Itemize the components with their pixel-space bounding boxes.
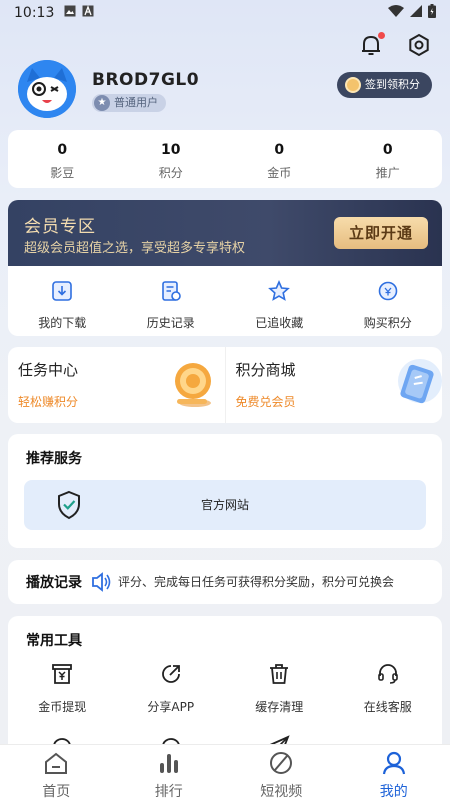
tab-label: 短视频 — [260, 784, 303, 800]
checkin-button[interactable]: 签到领积分 — [337, 72, 432, 98]
tab-ranking[interactable]: 排行 — [113, 745, 226, 800]
tab-label: 排行 — [154, 784, 183, 800]
recommended-services: 推荐服务 官方网站 — [8, 434, 442, 548]
quick-actions: 我的下载 历史记录 已追收藏 购买积分 — [8, 266, 442, 336]
vip-subtitle: 超级会员超值之选，享受超多专享特权 — [24, 241, 246, 256]
tool-withdraw[interactable]: 金币提现 — [8, 662, 117, 715]
official-website-label: 官方网站 — [200, 498, 249, 512]
share-icon — [161, 665, 180, 683]
recommend-title: 推荐服务 — [26, 451, 82, 467]
tab-short-video[interactable]: 短视频 — [225, 745, 338, 800]
task-mall-card: 任务中心 轻松赚积分 积分商城 免费兑会员 — [8, 347, 442, 423]
quick-history[interactable]: 历史记录 — [117, 266, 226, 336]
profile-icon — [382, 751, 405, 775]
tool-label: 在线客服 — [363, 700, 412, 714]
vip-title: 会员专区 — [24, 217, 96, 237]
stat-label: 积分 — [158, 166, 183, 180]
coin-icon — [345, 77, 361, 93]
tools-title: 常用工具 — [26, 633, 82, 649]
tool-customer-service[interactable]: 在线客服 — [334, 662, 443, 715]
tool-label: 金币提现 — [38, 700, 87, 714]
stat-label: 金币 — [267, 166, 292, 180]
star-icon — [268, 279, 291, 301]
stat-coins[interactable]: 0 金币 — [225, 130, 334, 188]
official-website-button[interactable]: 官方网站 — [24, 480, 426, 530]
tab-label: 我的 — [379, 784, 408, 800]
stat-points[interactable]: 10 积分 — [117, 130, 226, 188]
tool-label: 缓存清理 — [255, 700, 304, 714]
settings-button[interactable] — [406, 32, 432, 58]
home-icon — [45, 752, 68, 774]
username: BROD7GL0 — [92, 70, 200, 90]
coins-icon — [174, 363, 211, 407]
avatar[interactable] — [18, 60, 76, 118]
status-time: 10:13 — [14, 5, 55, 21]
notification-bell-button[interactable] — [358, 32, 385, 58]
playback-title[interactable]: 播放记录 — [26, 572, 82, 592]
quick-favorites[interactable]: 已追收藏 — [225, 266, 334, 336]
points-mall-subtitle: 免费兑会员 — [235, 395, 296, 409]
gallery-icon — [64, 5, 76, 21]
quick-buy-points[interactable]: 购买积分 — [334, 266, 443, 336]
signal-icon — [410, 5, 422, 21]
speaker-icon — [92, 572, 111, 592]
playback-notice: 播放记录 幕、评分、完成每日任务可获得积分奖励，积分可兑换会 — [8, 560, 442, 604]
star-badge-icon: ★ — [94, 95, 110, 111]
tab-label: 首页 — [42, 784, 71, 800]
stat-promotion[interactable]: 0 推广 — [334, 130, 443, 188]
quick-label: 购买积分 — [363, 316, 412, 330]
quick-label: 我的下载 — [38, 316, 87, 330]
download-icon — [52, 281, 73, 301]
ranking-icon — [159, 754, 178, 773]
checkin-label: 签到领积分 — [365, 78, 420, 91]
tool-clear-cache[interactable]: 缓存清理 — [225, 662, 334, 715]
stat-label: 推广 — [375, 166, 400, 180]
tool-share[interactable]: 分享APP — [117, 662, 226, 715]
notice-text: 幕、评分、完成每日任务可获得积分奖励，积分可兑换会 — [116, 575, 395, 589]
vip-banner: 会员专区 超级会员超值之选，享受超多专享特权 立即开通 — [8, 200, 442, 266]
bottom-tab-bar: 首页 排行 短视频 我的 — [0, 744, 450, 800]
trash-icon — [270, 664, 289, 684]
tool-label: 分享APP — [147, 700, 195, 714]
profile-header: BROD7GL0 ★ 普通用户 签到领积分 — [18, 60, 432, 118]
user-level-label: 普通用户 — [114, 96, 158, 109]
task-center-title: 任务中心 — [18, 361, 79, 379]
settings-hexagon-icon — [409, 33, 429, 57]
stat-value: 10 — [161, 142, 181, 158]
battery-icon — [428, 4, 436, 22]
notification-a-icon — [82, 5, 94, 21]
short-video-icon — [270, 752, 293, 774]
stats-card: 0 影豆 10 积分 0 金币 0 推广 — [8, 130, 442, 188]
stat-value: 0 — [57, 142, 68, 158]
history-icon — [161, 281, 181, 301]
status-bar: 10:13 — [0, 0, 450, 26]
quick-download[interactable]: 我的下载 — [8, 266, 117, 336]
avatar-owl-icon — [18, 60, 76, 118]
top-actions — [358, 32, 432, 58]
ticket-icon — [398, 359, 442, 404]
quick-label: 历史记录 — [146, 316, 195, 330]
tab-profile[interactable]: 我的 — [338, 745, 450, 800]
stat-value: 0 — [382, 142, 393, 158]
withdraw-icon — [52, 664, 73, 684]
wifi-icon — [388, 5, 404, 21]
stat-beans[interactable]: 0 影豆 — [8, 130, 117, 188]
headset-icon — [377, 664, 398, 684]
tab-home[interactable]: 首页 — [0, 745, 113, 800]
points-icon — [378, 281, 398, 301]
points-mall-title: 积分商城 — [235, 361, 296, 379]
unread-dot — [378, 32, 385, 39]
quick-label: 已追收藏 — [255, 316, 304, 330]
user-level-badge: ★ 普通用户 — [92, 94, 166, 112]
points-mall-entry[interactable]: 积分商城 免费兑会员 — [224, 347, 442, 423]
notice-marquee: 幕、评分、完成每日任务可获得积分奖励，积分可兑换会 — [116, 560, 430, 604]
tools-row: 金币提现 分享APP 缓存清理 在线客服 — [8, 662, 442, 715]
task-center-subtitle: 轻松赚积分 — [18, 395, 79, 409]
stat-label: 影豆 — [50, 166, 75, 180]
task-center-entry[interactable]: 任务中心 轻松赚积分 — [8, 347, 225, 423]
vip-open-button[interactable]: 立即开通 — [334, 217, 428, 249]
stat-value: 0 — [274, 142, 285, 158]
